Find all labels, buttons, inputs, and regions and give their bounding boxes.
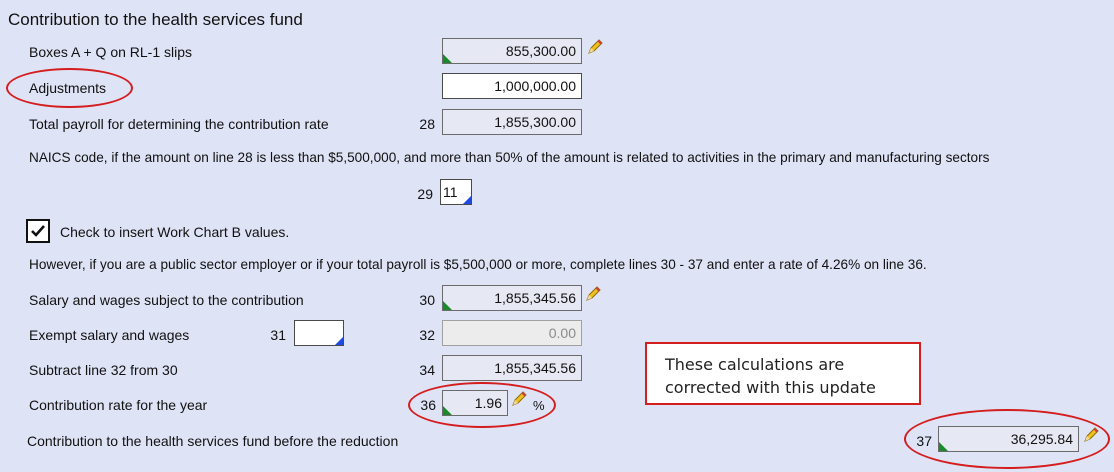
boxes-field[interactable]: 855,300.00 — [442, 38, 582, 64]
annotation-line-2: corrected with this update — [665, 378, 876, 397]
naics-input[interactable]: 11 — [440, 179, 472, 205]
salary-subject-field[interactable]: 1,855,345.56 — [442, 285, 582, 311]
before-reduction-label: Contribution to the health services fund… — [27, 433, 399, 449]
rate-value: 1.96 — [474, 395, 502, 411]
naics-value: 11 — [443, 184, 458, 200]
subtract-label: Subtract line 32 from 30 — [29, 362, 178, 378]
salary-subject-label: Salary and wages subject to the contribu… — [29, 292, 304, 308]
calculated-marker-icon — [443, 301, 452, 310]
exempt-total-field: 0.00 — [442, 320, 582, 346]
checkmark-icon — [31, 225, 45, 237]
pencil-icon[interactable] — [584, 285, 602, 303]
input-marker-icon — [463, 196, 471, 204]
exempt-total-value: 0.00 — [548, 325, 576, 341]
adjustments-label: Adjustments — [29, 80, 107, 96]
pencil-icon[interactable] — [510, 390, 528, 408]
line-32-number: 32 — [419, 327, 435, 343]
naics-label: NAICS code, if the amount on line 28 is … — [29, 150, 990, 165]
total-payroll-label: Total payroll for determining the contri… — [29, 116, 329, 132]
pencil-icon[interactable] — [1082, 426, 1100, 444]
subtract-value: 1,855,345.56 — [494, 360, 576, 376]
subtract-field[interactable]: 1,855,345.56 — [442, 355, 582, 381]
line-37-number: 37 — [916, 433, 932, 449]
total-payroll-value: 1,855,300.00 — [494, 114, 576, 130]
before-reduction-field[interactable]: 36,295.84 — [938, 426, 1079, 452]
annotation-note: These calculations are corrected with th… — [645, 342, 921, 405]
boxes-label: Boxes A + Q on RL-1 slips — [29, 44, 193, 60]
line-29-number: 29 — [417, 186, 433, 202]
contribution-form: { "section_title": "Contribution to the … — [0, 0, 1114, 472]
work-chart-b-checkbox[interactable] — [26, 219, 50, 243]
line-34-number: 34 — [419, 362, 435, 378]
before-reduction-value: 36,295.84 — [1010, 431, 1073, 447]
adjustments-input[interactable]: 1,000,000.00 — [442, 73, 582, 99]
public-sector-note: However, if you are a public sector empl… — [29, 257, 927, 272]
annotation-line-1: These calculations are — [665, 355, 845, 374]
adjustments-value: 1,000,000.00 — [494, 78, 576, 94]
total-payroll-field[interactable]: 1,855,300.00 — [442, 109, 582, 135]
calculated-marker-icon — [939, 442, 948, 451]
line-36-number: 36 — [420, 397, 436, 413]
calculated-marker-icon — [443, 54, 452, 63]
line-31-number: 31 — [270, 327, 286, 343]
calculated-marker-icon — [443, 406, 452, 415]
section-title: Contribution to the health services fund — [8, 10, 303, 29]
input-marker-icon — [335, 337, 343, 345]
line-28-number: 28 — [419, 116, 435, 132]
rate-label: Contribution rate for the year — [29, 397, 208, 413]
work-chart-b-label: Check to insert Work Chart B values. — [60, 224, 290, 240]
boxes-value: 855,300.00 — [505, 43, 576, 59]
pencil-icon[interactable] — [586, 38, 604, 56]
exempt-label: Exempt salary and wages — [29, 327, 190, 343]
salary-subject-value: 1,855,345.56 — [494, 290, 576, 306]
exempt-input[interactable] — [294, 320, 344, 346]
percent-unit: % — [533, 398, 545, 413]
rate-field[interactable]: 1.96 — [442, 390, 508, 416]
line-30-number: 30 — [419, 292, 435, 308]
